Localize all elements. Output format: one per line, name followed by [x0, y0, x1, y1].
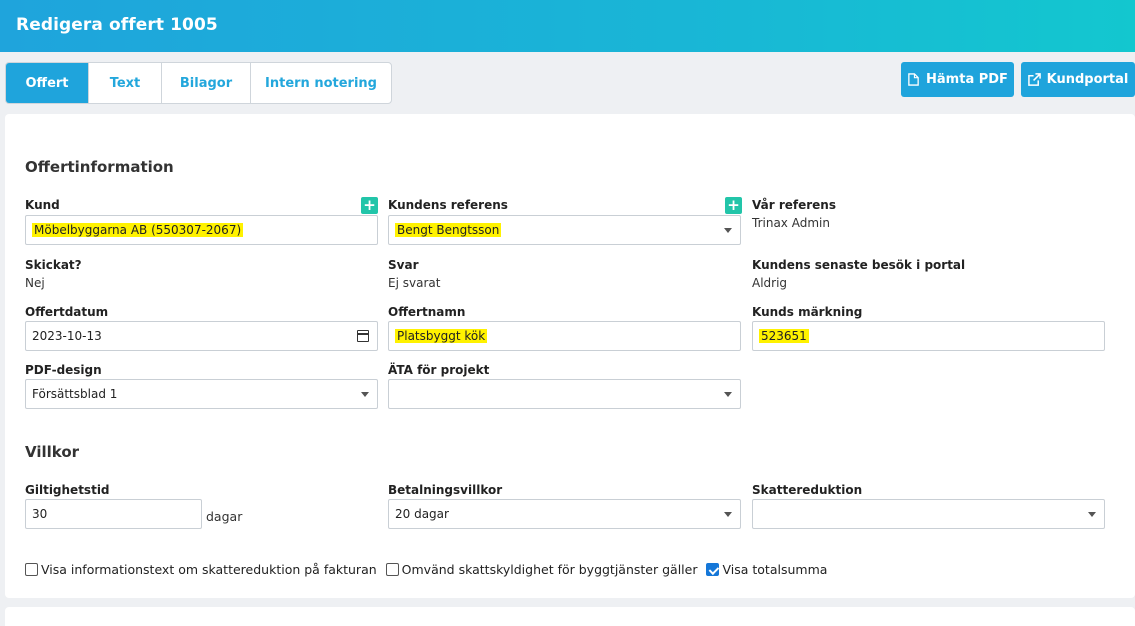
var-referens-value: Trinax Admin: [752, 216, 830, 230]
checkbox-label: Visa informationstext om skattereduktion…: [41, 562, 377, 577]
add-customer-button[interactable]: +: [361, 197, 378, 214]
offer-date-value: 2023-10-13: [32, 329, 102, 343]
pdf-design-label: PDF-design: [25, 363, 102, 377]
customer-marking-input[interactable]: 523651: [752, 321, 1105, 351]
checkbox-box[interactable]: [706, 563, 720, 576]
pdf-design-value: Försättsblad 1: [32, 387, 118, 401]
pdf-file-icon: [908, 73, 919, 86]
checkbox-label: Visa totalsumma: [722, 562, 828, 577]
chevron-down-icon: [1088, 512, 1096, 517]
tax-reduction-select[interactable]: [752, 499, 1105, 529]
offer-name-input[interactable]: Platsbyggt kök: [388, 321, 741, 351]
page-header: Redigera offert 1005: [0, 0, 1135, 52]
tab-bar: Offert Text Bilagor Intern notering: [5, 62, 392, 104]
payment-terms-select[interactable]: 20 dagar: [388, 499, 741, 529]
checkbox-show-total[interactable]: Visa totalsumma: [706, 562, 827, 577]
offer-name-value: Platsbyggt kök: [395, 329, 488, 343]
next-card: [5, 607, 1135, 626]
checkbox-label: Omvänd skattskyldighet för byggtjänster …: [401, 562, 698, 577]
ata-projekt-label: ÄTA för projekt: [388, 363, 490, 377]
page-title: Redigera offert 1005: [16, 15, 218, 35]
payment-terms-value: 20 dagar: [395, 507, 449, 521]
kunds-markning-label: Kunds märkning: [752, 305, 863, 319]
download-pdf-label: Hämta PDF: [926, 72, 1008, 87]
tab-intern-notering[interactable]: Intern notering: [251, 63, 391, 103]
customer-field[interactable]: Möbelbyggarna AB (550307-2067): [25, 215, 378, 245]
chevron-down-icon: [361, 392, 369, 397]
kundens-referens-label: Kundens referens: [388, 198, 508, 212]
ata-project-select[interactable]: [388, 379, 741, 409]
tab-bilagor[interactable]: Bilagor: [162, 63, 251, 103]
download-pdf-button[interactable]: Hämta PDF: [901, 62, 1014, 97]
offertnamn-label: Offertnamn: [388, 305, 466, 319]
senaste-besok-value: Aldrig: [752, 276, 788, 290]
offer-date-input[interactable]: 2023-10-13: [25, 321, 378, 351]
senaste-besok-label: Kundens senaste besök i portal: [752, 258, 966, 272]
tab-text[interactable]: Text: [89, 63, 162, 103]
pdf-design-select[interactable]: Försättsblad 1: [25, 379, 378, 409]
customer-portal-button[interactable]: Kundportal: [1021, 62, 1135, 97]
kund-label: Kund: [25, 198, 60, 212]
validity-input[interactable]: 30: [25, 499, 202, 529]
checkbox-box[interactable]: [385, 563, 399, 576]
external-link-icon: [1027, 73, 1041, 86]
giltighetstid-label: Giltighetstid: [25, 483, 110, 497]
calendar-icon[interactable]: [357, 330, 369, 342]
validity-value: 30: [32, 507, 48, 521]
skickat-value: Nej: [25, 276, 45, 290]
customer-reference-value: Bengt Bengtsson: [395, 223, 502, 237]
customer-value: Möbelbyggarna AB (550307-2067): [32, 223, 244, 237]
customer-marking-value: 523651: [759, 329, 809, 343]
svar-label: Svar: [388, 258, 419, 272]
chevron-down-icon: [724, 392, 732, 397]
skickat-label: Skickat?: [25, 258, 82, 272]
chevron-down-icon: [724, 512, 732, 517]
customer-portal-label: Kundportal: [1046, 72, 1129, 87]
var-referens-label: Vår referens: [752, 198, 836, 212]
checkbox-reverse-charge[interactable]: Omvänd skattskyldighet för byggtjänster …: [385, 562, 698, 577]
customer-reference-select[interactable]: Bengt Bengtsson: [388, 215, 741, 245]
tab-offert[interactable]: Offert: [6, 63, 89, 103]
options-row: Visa informationstext om skattereduktion…: [25, 562, 836, 577]
checkbox-tax-info-text[interactable]: Visa informationstext om skattereduktion…: [25, 562, 377, 577]
chevron-down-icon: [724, 228, 732, 233]
offertdatum-label: Offertdatum: [25, 305, 109, 319]
add-reference-button[interactable]: +: [725, 197, 742, 214]
skattereduktion-label: Skattereduktion: [752, 483, 863, 497]
validity-unit: dagar: [206, 509, 243, 524]
betalningsvillkor-label: Betalningsvillkor: [388, 483, 503, 497]
terms-title: Villkor: [25, 443, 80, 461]
offer-info-title: Offertinformation: [25, 158, 174, 176]
checkbox-box[interactable]: [25, 563, 38, 576]
svar-value: Ej svarat: [388, 276, 441, 290]
